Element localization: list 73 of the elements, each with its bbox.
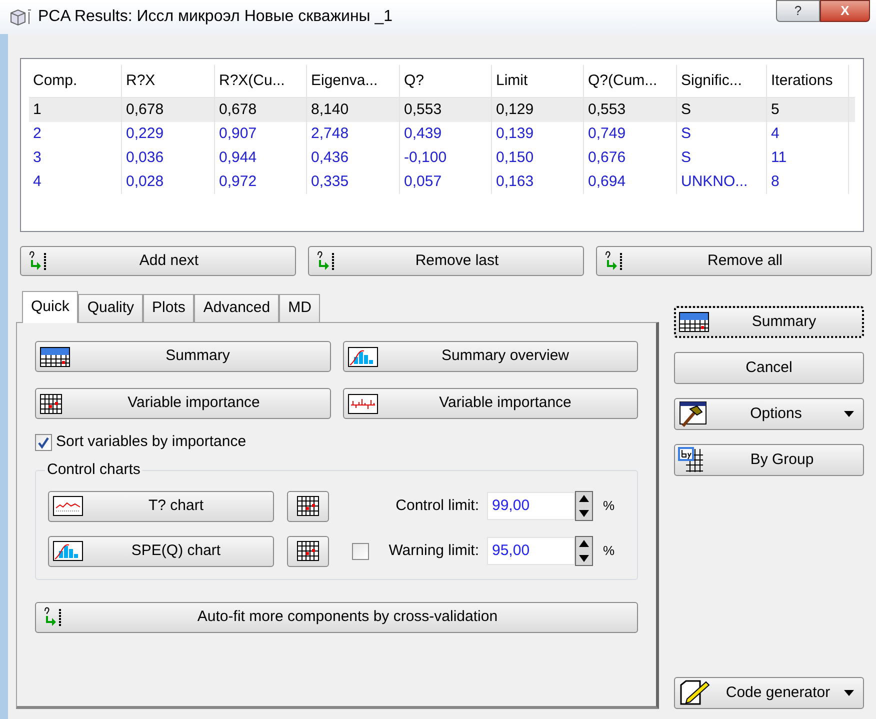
action-button[interactable]: Options <box>674 398 864 430</box>
limit-field[interactable]: 99,00 <box>487 492 575 520</box>
caret-icon <box>844 690 854 696</box>
pencil-note-icon <box>678 680 712 706</box>
report-button[interactable]: Summary <box>35 341 330 372</box>
grouped-table-icon <box>678 447 704 473</box>
add-component-icon <box>27 250 49 272</box>
component-button[interactable]: Remove all <box>596 246 872 276</box>
add-component-icon <box>315 250 337 272</box>
column-header[interactable]: Q?(Cum... <box>584 65 677 97</box>
limit-field[interactable]: 95,00 <box>487 537 575 565</box>
tab[interactable]: Quick <box>22 291 78 323</box>
table-row[interactable]: 1 0,678 0,678 8,140 0,553 0,129 0,553 S 5 <box>29 98 855 122</box>
grid-icon <box>297 541 319 561</box>
histogram-icon <box>53 541 83 561</box>
column-header[interactable]: R?X(Cu... <box>215 65 307 97</box>
column-header[interactable]: Q? <box>400 65 492 97</box>
table-button[interactable] <box>287 490 329 522</box>
table-cell: 0,057 <box>400 170 492 194</box>
column-header[interactable]: Signific... <box>677 65 767 97</box>
tab[interactable]: MD <box>279 294 320 322</box>
add-component-icon <box>603 250 625 272</box>
limit-label: Control limit: <box>396 496 479 516</box>
table-cell: 4 <box>29 170 122 194</box>
caret-icon <box>844 411 854 417</box>
warning-checkbox[interactable] <box>352 542 369 560</box>
tab[interactable]: Plots <box>143 294 194 322</box>
table-cell: 0,972 <box>215 170 307 194</box>
table-icon <box>679 312 709 332</box>
tab[interactable]: Advanced <box>194 294 280 322</box>
table-cell: 0,694 <box>584 170 677 194</box>
table-icon <box>40 346 70 366</box>
app-icon <box>8 7 34 27</box>
action-button[interactable]: Summary <box>674 306 864 338</box>
grid-icon <box>297 496 319 516</box>
spike-chart-icon <box>348 394 378 414</box>
checkbox-label: Sort variables by importance <box>56 432 246 452</box>
code-generator-button[interactable]: Code generator <box>674 677 864 709</box>
table-cell: 8 <box>767 170 849 194</box>
report-button[interactable]: Summary overview <box>342 341 638 372</box>
chart-button[interactable]: T? chart <box>48 490 274 522</box>
limit-label: Warning limit: <box>388 540 479 561</box>
hammer-icon <box>678 400 708 428</box>
action-button[interactable]: Cancel <box>674 352 864 384</box>
component-button[interactable]: Add next <box>20 246 296 276</box>
table-cell: 0,163 <box>492 170 584 194</box>
component-button[interactable]: Remove last <box>308 246 584 276</box>
chart-button[interactable]: SPE(Q) chart <box>48 536 274 566</box>
percent-unit: % <box>603 497 615 516</box>
table-cell: 0,028 <box>122 170 215 194</box>
table-button[interactable] <box>287 536 329 566</box>
table-cell: 0,335 <box>307 170 400 194</box>
tab[interactable]: Quality <box>78 294 144 322</box>
column-header[interactable]: Iterations <box>767 65 849 97</box>
column-header[interactable]: R?X <box>122 65 215 97</box>
sort-checkbox[interactable] <box>35 434 52 451</box>
add-component-icon <box>42 606 64 628</box>
help-button[interactable]: ? <box>776 0 820 22</box>
table-cell: UNKNO... <box>677 170 767 194</box>
column-header[interactable]: Comp. <box>29 65 122 97</box>
spinner[interactable] <box>575 491 593 521</box>
grid-icon <box>40 394 62 414</box>
action-button[interactable]: By Group <box>674 444 864 476</box>
percent-unit: % <box>603 542 615 560</box>
histogram-icon <box>348 346 378 366</box>
spinner[interactable] <box>575 536 593 566</box>
line-chart-icon <box>53 496 83 516</box>
autofit-button[interactable]: Auto-fit more components by cross-validation <box>35 602 638 632</box>
report-button[interactable]: Variable importance <box>35 388 330 419</box>
report-button[interactable]: Variable importance <box>342 388 638 419</box>
window-title: PCA Results: Иссл микроэл Новые скважины _1 <box>38 7 393 27</box>
column-header[interactable]: Eigenva... <box>307 65 400 97</box>
column-header[interactable]: Limit <box>492 65 584 97</box>
